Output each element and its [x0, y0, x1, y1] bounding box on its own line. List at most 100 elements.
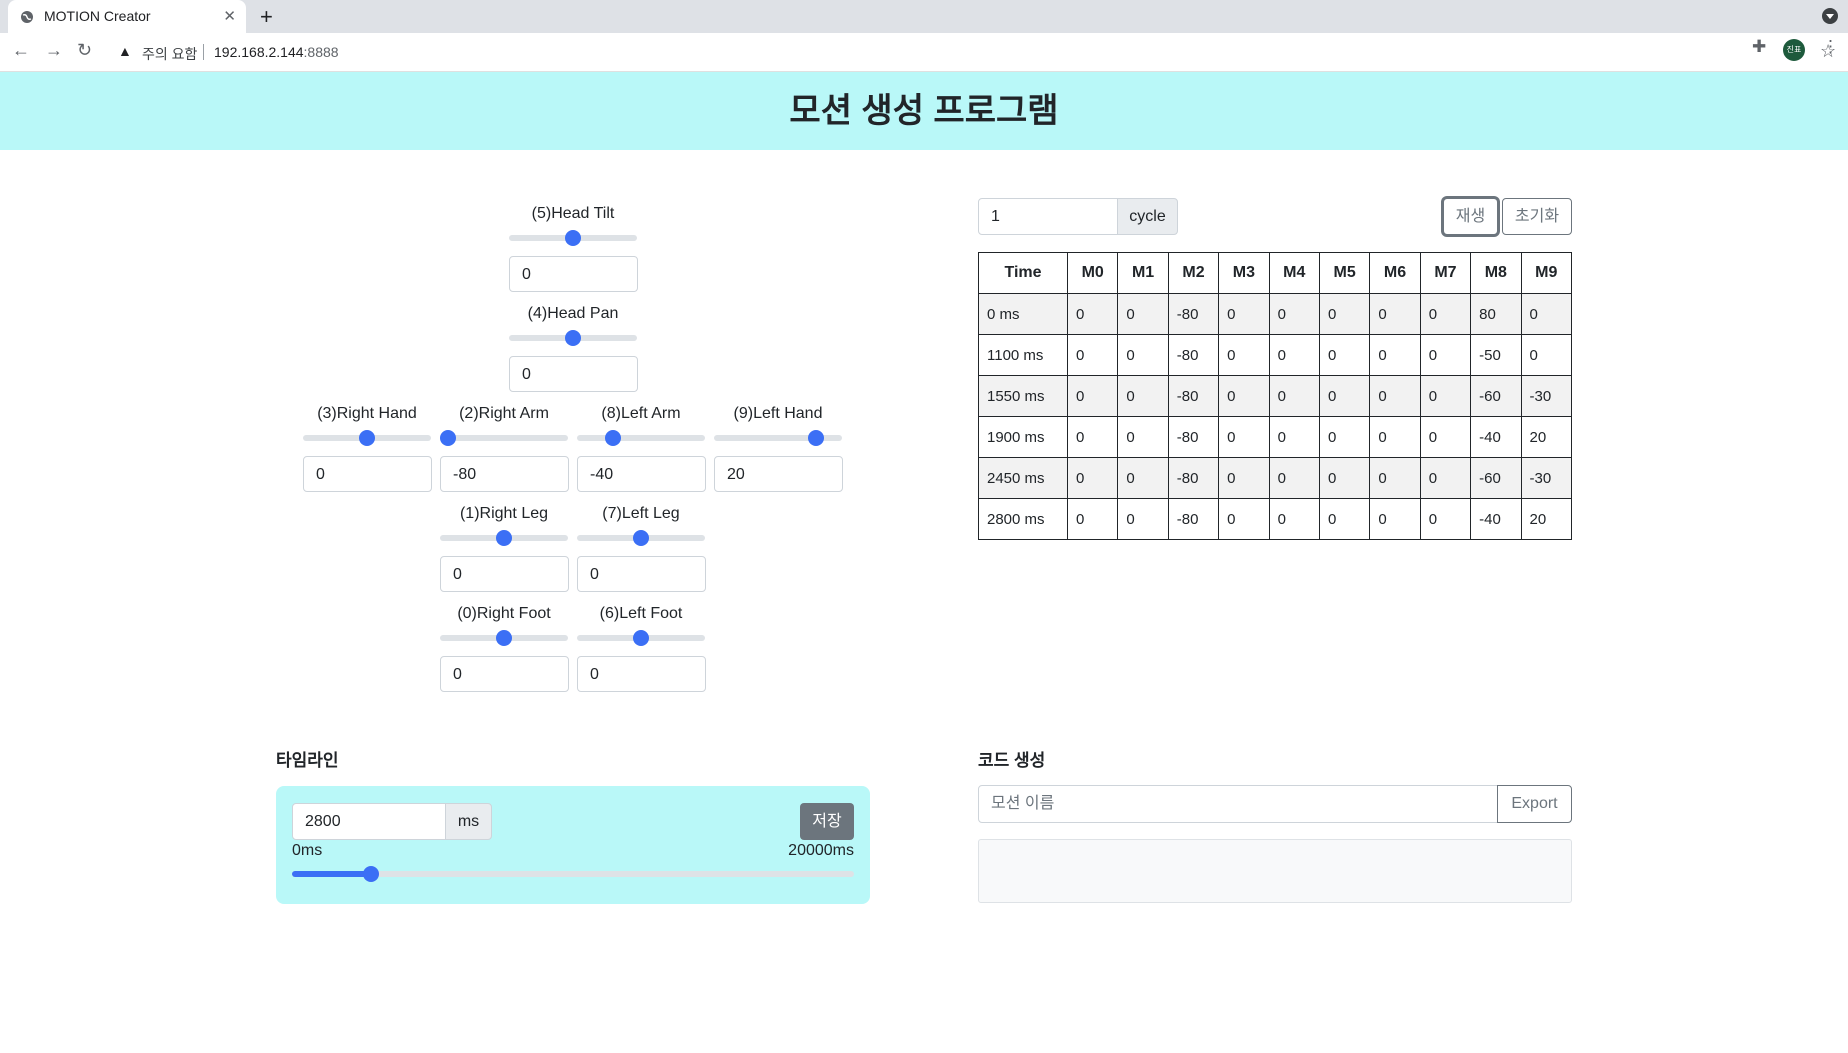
time-cell: 1550 ms — [978, 375, 1068, 417]
right-hand-label: (3)Right Hand — [317, 405, 417, 422]
motor-value-cell: 0 — [1268, 375, 1320, 417]
motor-value-cell: 0 — [1318, 375, 1371, 417]
tab-search-icon[interactable] — [1822, 8, 1838, 24]
table-row[interactable]: 1550 ms 0 0 -80 0 0 0 0 0 -60 -30 — [978, 375, 1573, 417]
motion-name-input[interactable]: 모션 이름 — [978, 785, 1498, 823]
motor-column-header: M8 — [1470, 252, 1522, 294]
right-foot-slider[interactable] — [440, 630, 568, 646]
warning-icon: ▲ — [118, 43, 132, 59]
reset-button[interactable]: 초기화 — [1502, 198, 1572, 235]
left-foot-input[interactable]: 0 — [577, 656, 706, 692]
table-body: 0 ms 0 0 -80 0 0 0 0 0 80 0 1100 ms 0 0 -80 0 0 0 0 0 -50 0 15… — [978, 293, 1573, 540]
slider-knob[interactable] — [362, 866, 379, 882]
timeline-unit: ms — [445, 803, 492, 840]
browser-tab[interactable]: MOTION Creator ✕ — [8, 0, 246, 33]
slider-knob[interactable] — [496, 630, 512, 646]
code-output[interactable] — [978, 839, 1572, 903]
more-menu-icon[interactable]: ⋮ — [1822, 37, 1839, 57]
motor-value-cell: 0 — [1318, 334, 1371, 376]
motor-column-header: M3 — [1218, 252, 1270, 294]
slider-knob[interactable] — [565, 330, 581, 346]
right-hand-slider[interactable] — [303, 430, 431, 446]
slider-knob[interactable] — [359, 430, 375, 446]
time-cell: 1100 ms — [978, 334, 1068, 376]
motor-value-cell: 0 — [1218, 498, 1270, 540]
motor-value-cell: 0 — [1318, 293, 1371, 335]
motor-column-header: M6 — [1369, 252, 1421, 294]
right-hand-input[interactable]: 0 — [303, 456, 432, 492]
left-leg-input[interactable]: 0 — [577, 556, 706, 592]
new-tab-button[interactable]: + — [260, 4, 273, 30]
head-pan-input[interactable]: 0 — [509, 356, 638, 392]
motor-value-cell: -80 — [1167, 416, 1220, 458]
tab-close-icon[interactable]: ✕ — [223, 7, 236, 25]
head-tilt-input[interactable]: 0 — [509, 256, 638, 292]
url-port: :8888 — [303, 44, 339, 60]
motor-value-cell: 0 — [1066, 375, 1119, 417]
head-pan-label: (4)Head Pan — [527, 305, 619, 322]
slider-knob[interactable] — [808, 430, 825, 446]
table-row[interactable]: 0 ms 0 0 -80 0 0 0 0 0 80 0 — [978, 293, 1573, 335]
left-arm-input[interactable]: -40 — [577, 456, 706, 492]
profile-avatar[interactable]: 진표 — [1783, 39, 1805, 61]
right-arm-input[interactable]: -80 — [440, 456, 569, 492]
right-leg-input[interactable]: 0 — [440, 556, 569, 592]
slider-knob[interactable] — [633, 630, 649, 646]
motor-value-cell: -40 — [1470, 416, 1522, 458]
motor-value-cell: 0 — [1318, 498, 1371, 540]
head-tilt-label: (5)Head Tilt — [531, 205, 615, 222]
table-row[interactable]: 1100 ms 0 0 -80 0 0 0 0 0 -50 0 — [978, 334, 1573, 376]
motor-value-cell: 0 — [1268, 457, 1320, 499]
motor-value-cell: -60 — [1470, 457, 1522, 499]
right-arm-slider[interactable] — [439, 430, 568, 446]
time-cell: 2800 ms — [978, 498, 1068, 540]
url-host: 192.168.2.144 — [214, 44, 304, 60]
motor-value-cell: 0 — [1419, 498, 1472, 540]
timeline-min-label: 0ms — [292, 842, 323, 859]
security-warning: 주의 요함 — [142, 46, 198, 62]
address-bar[interactable]: ▲ 주의 요함 192.168.2.144:8888 ☆ — [110, 37, 1836, 66]
cycle-input[interactable]: 1 — [978, 198, 1118, 235]
slider-knob[interactable] — [565, 230, 581, 246]
head-tilt-slider[interactable] — [509, 230, 637, 246]
motor-value-cell: 0 — [1369, 457, 1421, 499]
table-row[interactable]: 1900 ms 0 0 -80 0 0 0 0 0 -40 20 — [978, 416, 1573, 458]
export-button[interactable]: Export — [1497, 785, 1572, 823]
play-button[interactable]: 재생 — [1443, 198, 1498, 235]
motor-value-cell: -30 — [1520, 457, 1573, 499]
timeline-slider[interactable] — [292, 866, 854, 882]
page-title: 모션 생성 프로그램 — [789, 92, 1059, 130]
left-hand-input[interactable]: 20 — [714, 456, 843, 492]
slider-knob[interactable] — [633, 530, 649, 546]
table-row[interactable]: 2800 ms 0 0 -80 0 0 0 0 0 -40 20 — [978, 498, 1573, 540]
head-pan-slider[interactable] — [509, 330, 637, 346]
right-leg-slider[interactable] — [440, 530, 568, 546]
codegen-title: 코드 생성 — [978, 751, 1046, 770]
left-hand-label: (9)Left Hand — [733, 405, 823, 422]
save-button[interactable]: 저장 — [800, 803, 854, 840]
motor-value-cell: 0 — [1520, 293, 1573, 335]
left-foot-slider[interactable] — [577, 630, 705, 646]
motor-value-cell: 0 — [1066, 457, 1119, 499]
reload-icon[interactable]: ↻ — [77, 40, 92, 61]
right-foot-input[interactable]: 0 — [440, 656, 569, 692]
time-cell: 1900 ms — [978, 416, 1068, 458]
motion-table: Time M0 M1 M2 M3 M4 M5 M6 M7 M8 M9 0 ms 0 0 -80 0 0 0 0 0 8… — [978, 252, 1573, 540]
left-leg-slider[interactable] — [577, 530, 705, 546]
back-arrow-icon[interactable]: ← — [12, 40, 30, 61]
motor-column-header: M0 — [1066, 252, 1119, 294]
slider-knob[interactable] — [496, 530, 512, 546]
slider-knob[interactable] — [604, 430, 621, 446]
extensions-puzzle-icon[interactable]: ✚ — [1752, 37, 1766, 57]
motor-value-cell: 0 — [1369, 293, 1421, 335]
left-arm-slider[interactable] — [577, 430, 705, 446]
timeline-time-input[interactable]: 2800 — [292, 803, 446, 840]
right-arm-label: (2)Right Arm — [459, 405, 549, 422]
slider-knob[interactable] — [439, 430, 456, 446]
motor-value-cell: 0 — [1218, 416, 1270, 458]
table-row[interactable]: 2450 ms 0 0 -80 0 0 0 0 0 -60 -30 — [978, 457, 1573, 499]
page-header: 모션 생성 프로그램 — [0, 72, 1848, 150]
forward-arrow-icon[interactable]: → — [45, 40, 63, 61]
timeline-panel: 2800 ms 저장 0ms 20000ms — [276, 786, 870, 904]
left-hand-slider[interactable] — [714, 430, 842, 446]
